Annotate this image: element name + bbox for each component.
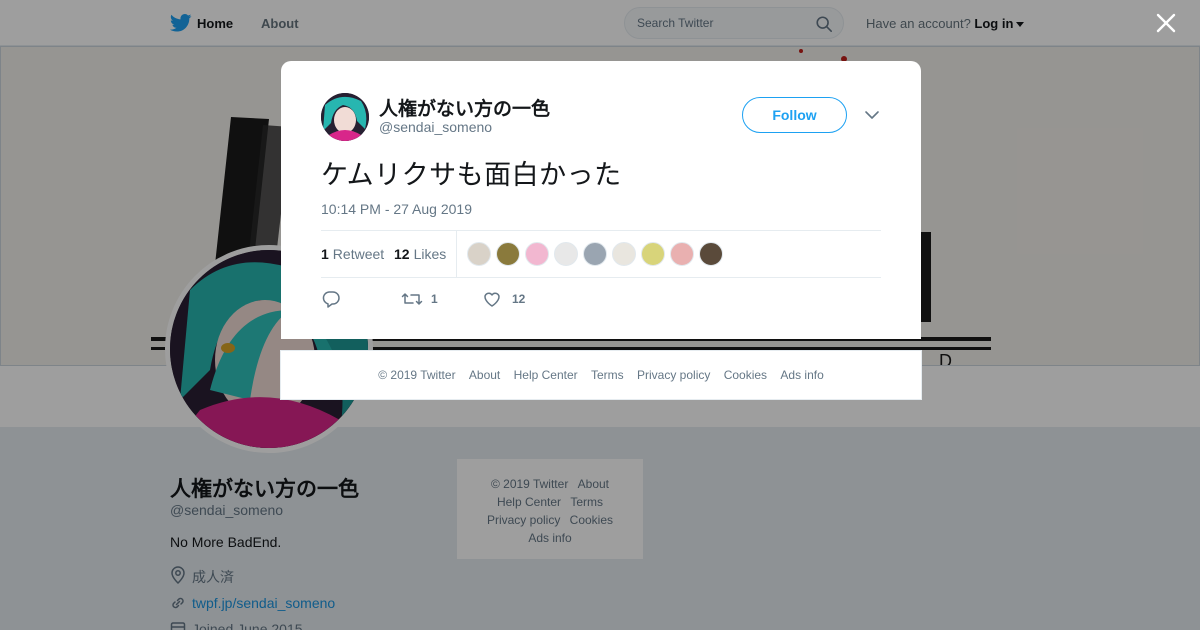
like-stat-label: Likes (413, 246, 447, 262)
footer-cookies-link[interactable]: Cookies (724, 368, 767, 382)
tweet-author-name[interactable]: 人権がない方の一色 (379, 94, 550, 121)
stats-divider (456, 231, 457, 278)
liker-avatar[interactable] (496, 242, 520, 266)
like-action-count: 12 (512, 292, 526, 306)
retweet-stat-label: Retweet (332, 246, 385, 262)
tweet-text: ケムリクサも面白かった (321, 160, 622, 191)
footer-ads-link[interactable]: Ads info (780, 368, 823, 382)
chevron-down-icon[interactable] (864, 109, 880, 121)
heart-icon (484, 292, 500, 307)
liker-avatar[interactable] (467, 242, 491, 266)
close-icon[interactable] (1155, 12, 1177, 34)
liker-avatar[interactable] (612, 242, 636, 266)
liker-avatar[interactable] (670, 242, 694, 266)
tweet-actions: 1 12 (321, 289, 621, 309)
footer-terms-link[interactable]: Terms (591, 368, 624, 382)
footer-help-link[interactable]: Help Center (514, 368, 578, 382)
like-stat-count: 12 (394, 246, 410, 262)
tweet-author-handle[interactable]: @sendai_someno (379, 119, 492, 135)
liker-avatar[interactable] (699, 242, 723, 266)
follow-button[interactable]: Follow (742, 97, 847, 133)
tweet-author-avatar-image (321, 93, 369, 141)
retweet-icon (401, 293, 423, 305)
modal-footer: © 2019 Twitter About Help Center Terms P… (280, 350, 922, 400)
retweet-stat[interactable]: 1 Retweet (321, 246, 384, 262)
liker-avatar[interactable] (554, 242, 578, 266)
retweet-action-count: 1 (431, 292, 438, 306)
tweet-timestamp[interactable]: 10:14 PM - 27 Aug 2019 (321, 201, 472, 217)
reply-icon (322, 291, 340, 308)
footer-about-link[interactable]: About (469, 368, 500, 382)
tweet-stats: 1 Retweet 12 Likes (321, 230, 881, 278)
like-stat[interactable]: 12 Likes (394, 246, 446, 262)
footer-copyright: © 2019 Twitter (378, 368, 456, 382)
footer-privacy-link[interactable]: Privacy policy (637, 368, 710, 382)
retweet-stat-count: 1 (321, 246, 329, 262)
liker-avatar[interactable] (525, 242, 549, 266)
liker-avatar[interactable] (641, 242, 665, 266)
liker-avatar[interactable] (583, 242, 607, 266)
tweet-author-avatar[interactable] (321, 93, 369, 141)
tweet-permalink-modal: 人権がない方の一色 @sendai_someno Follow ケムリクサも面白… (281, 61, 921, 339)
